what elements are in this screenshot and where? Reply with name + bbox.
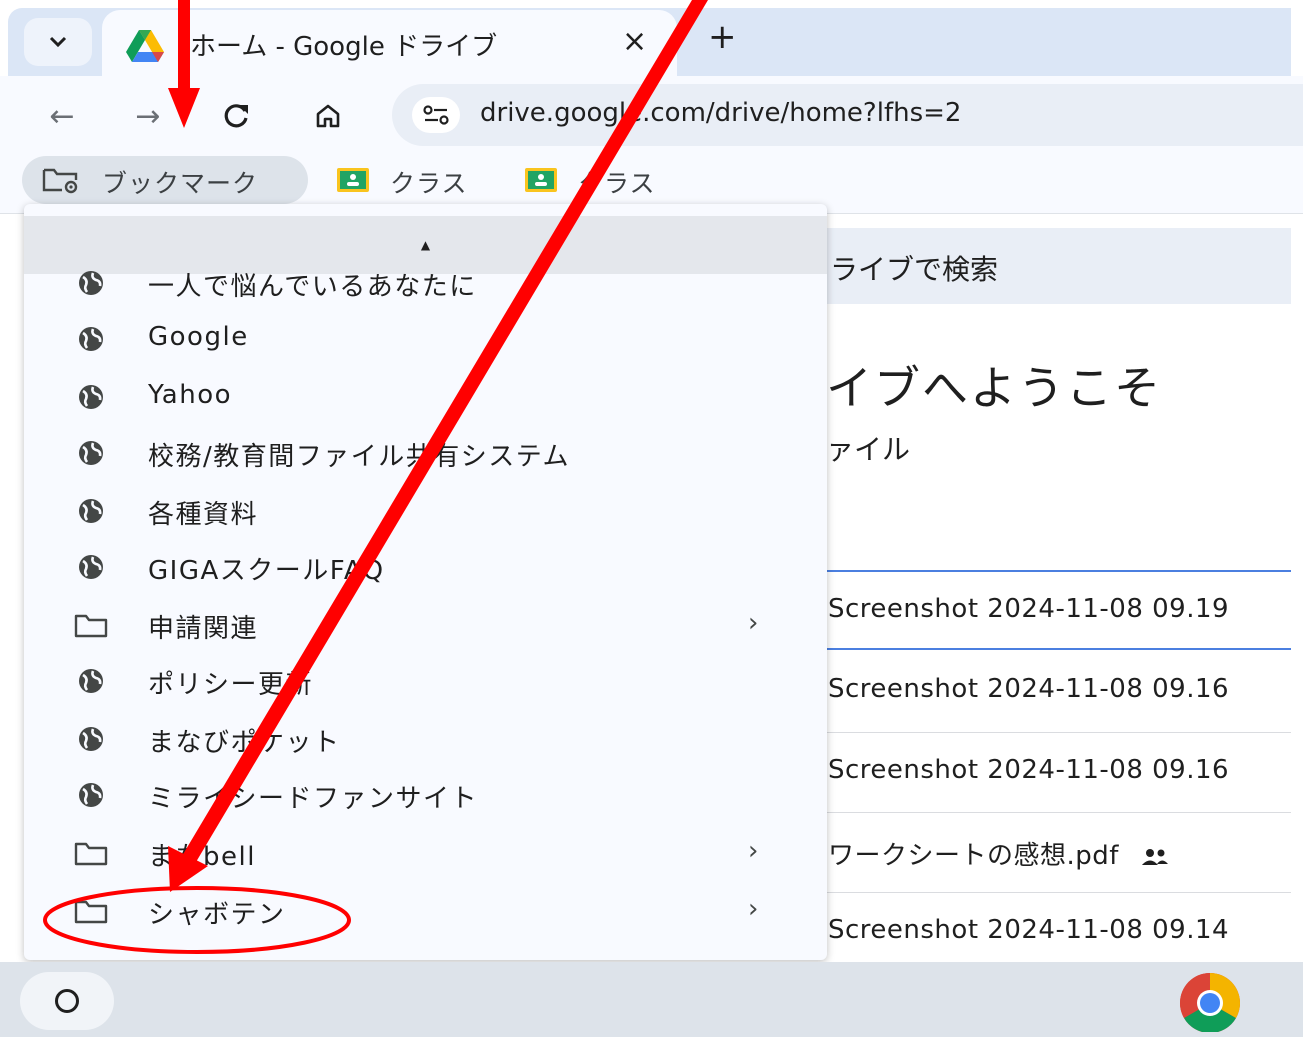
bookmark-menu-label: まなびポケット xyxy=(148,728,341,758)
file-name-wrapper: ワークシートの感想.pdf xyxy=(828,835,1170,872)
bookmark-menu-label: 各種資料 xyxy=(148,500,259,530)
drive-search-placeholder: ライブで検索 xyxy=(830,253,999,286)
launcher-icon xyxy=(55,989,79,1013)
file-row[interactable]: Screenshot 2024-11-08 09.14 xyxy=(826,892,1291,962)
all-bookmarks-label: ブックマーク xyxy=(102,169,259,198)
bookmark-menu-label: ポリシー更新 xyxy=(148,670,314,700)
bookmark-menu-item[interactable]: ポリシー更新 xyxy=(24,654,827,710)
file-name: ワークシートの感想.pdf xyxy=(828,841,1119,871)
bookmark-menu-label: GIGAスクールFAQ xyxy=(148,556,385,586)
file-row[interactable]: ワークシートの感想.pdf xyxy=(826,812,1291,892)
chevron-right-icon: › xyxy=(748,894,759,924)
bookmark-menu-item[interactable]: まなびポケット xyxy=(24,712,827,768)
google-classroom-icon xyxy=(525,168,557,192)
bookmark-label: クラス xyxy=(578,169,656,198)
bookmark-menu-item[interactable]: 各種資料 xyxy=(24,484,827,540)
file-row[interactable]: Screenshot 2024-11-08 09.19 xyxy=(826,570,1291,650)
file-name: Screenshot 2024-11-08 09.16 xyxy=(828,674,1230,704)
bookmark-label: クラス xyxy=(390,169,468,198)
bookmark-menu-folder[interactable]: シャボテン › xyxy=(24,884,827,940)
bookmark-menu-folder[interactable]: まなbell › xyxy=(24,826,827,882)
file-name: Screenshot 2024-11-08 09.19 xyxy=(828,594,1230,624)
globe-icon xyxy=(79,385,103,409)
tune-icon xyxy=(423,105,449,125)
globe-icon xyxy=(79,783,103,807)
tab-strip: ホーム - Google ドライブ × + xyxy=(0,0,1303,76)
globe-icon xyxy=(79,271,103,295)
file-row[interactable]: Screenshot 2024-11-08 09.16 xyxy=(826,732,1291,812)
url-text: drive.google.com/drive/home?lfhs=2 xyxy=(480,98,962,128)
bookmark-menu-item[interactable]: ミライシードファンサイト xyxy=(24,768,827,824)
home-button[interactable] xyxy=(306,94,350,138)
bookmark-menu-item[interactable]: GIGAスクールFAQ xyxy=(24,540,827,596)
bookmark-menu-label: まなbell xyxy=(148,842,256,872)
address-bar[interactable]: drive.google.com/drive/home?lfhs=2 xyxy=(392,84,1303,146)
system-shelf xyxy=(0,962,1303,1037)
google-classroom-icon xyxy=(337,168,369,192)
suggested-files-label: ァイル xyxy=(826,433,911,466)
bookmark-classroom-1[interactable]: クラス xyxy=(336,164,496,198)
browser-toolbar: ← → drive.google.com/drive/home?lfhs=2 xyxy=(0,76,1303,154)
globe-icon xyxy=(79,555,103,579)
globe-icon xyxy=(79,441,103,465)
chevron-down-icon xyxy=(49,36,67,48)
reload-button[interactable] xyxy=(214,94,258,138)
globe-icon xyxy=(79,727,103,751)
bookmark-menu-label: シャボテン xyxy=(148,900,286,930)
google-drive-icon xyxy=(126,30,164,62)
globe-icon xyxy=(79,669,103,693)
folder-icon xyxy=(74,614,108,638)
bookmark-menu-item[interactable]: 一人で悩んでいるあなたに xyxy=(24,256,827,312)
bookmark-menu-label: 校務/教育間ファイル共有システム xyxy=(148,442,570,472)
file-name: Screenshot 2024-11-08 09.14 xyxy=(828,915,1230,945)
chevron-right-icon: › xyxy=(748,608,759,638)
tab-title: ホーム - Google ドライブ xyxy=(190,32,498,62)
bookmark-classroom-2[interactable]: クラス xyxy=(524,164,684,198)
home-icon xyxy=(316,104,340,128)
bookmark-menu-label: 一人で悩んでいるあなたに xyxy=(148,272,477,302)
launcher-button[interactable] xyxy=(20,972,114,1030)
shared-people-icon xyxy=(1141,848,1168,865)
drive-search-box[interactable]: ライブで検索 xyxy=(760,228,1291,304)
folder-icon xyxy=(74,842,108,866)
bookmark-menu-folder[interactable]: 申請関連 › xyxy=(24,598,827,654)
file-name: Screenshot 2024-11-08 09.16 xyxy=(828,755,1230,785)
reload-icon xyxy=(224,104,248,128)
new-tab-button[interactable]: + xyxy=(708,20,737,54)
chrome-icon[interactable] xyxy=(1166,970,1254,1032)
file-row[interactable]: Screenshot 2024-11-08 09.16 xyxy=(826,652,1291,732)
bookmark-menu-item[interactable]: Google xyxy=(24,312,827,368)
bookmark-menu-item[interactable]: 校務/教育間ファイル共有システム xyxy=(24,426,827,482)
welcome-heading: イブへようこそ xyxy=(826,361,1162,415)
bookmark-menu: ▲ 一人で悩んでいるあなたに Google Yahoo 校務/教育間ファイル共有システ… xyxy=(24,204,827,960)
bookmark-menu-label: 申請関連 xyxy=(148,614,259,644)
bookmark-folder-gear-icon xyxy=(42,168,78,194)
globe-icon xyxy=(79,327,103,351)
forward-button[interactable]: → xyxy=(126,94,170,138)
back-button[interactable]: ← xyxy=(40,94,84,138)
site-info-button[interactable] xyxy=(412,97,460,133)
chevron-right-icon: › xyxy=(748,836,759,866)
globe-icon xyxy=(79,499,103,523)
bookmark-menu-label: ミライシードファンサイト xyxy=(148,784,479,814)
bookmark-menu-label: Google xyxy=(148,322,249,352)
folder-icon xyxy=(74,900,108,924)
caret-up-icon: ▲ xyxy=(420,238,431,252)
bookmark-menu-item[interactable]: Yahoo xyxy=(24,370,827,426)
all-bookmarks-button[interactable]: ブックマーク xyxy=(22,156,308,204)
tab-close-button[interactable]: × xyxy=(622,24,647,59)
tab-search-button[interactable] xyxy=(24,18,92,66)
bookmark-menu-label: Yahoo xyxy=(148,380,233,410)
tab-drive-home[interactable]: ホーム - Google ドライブ × xyxy=(102,10,677,76)
